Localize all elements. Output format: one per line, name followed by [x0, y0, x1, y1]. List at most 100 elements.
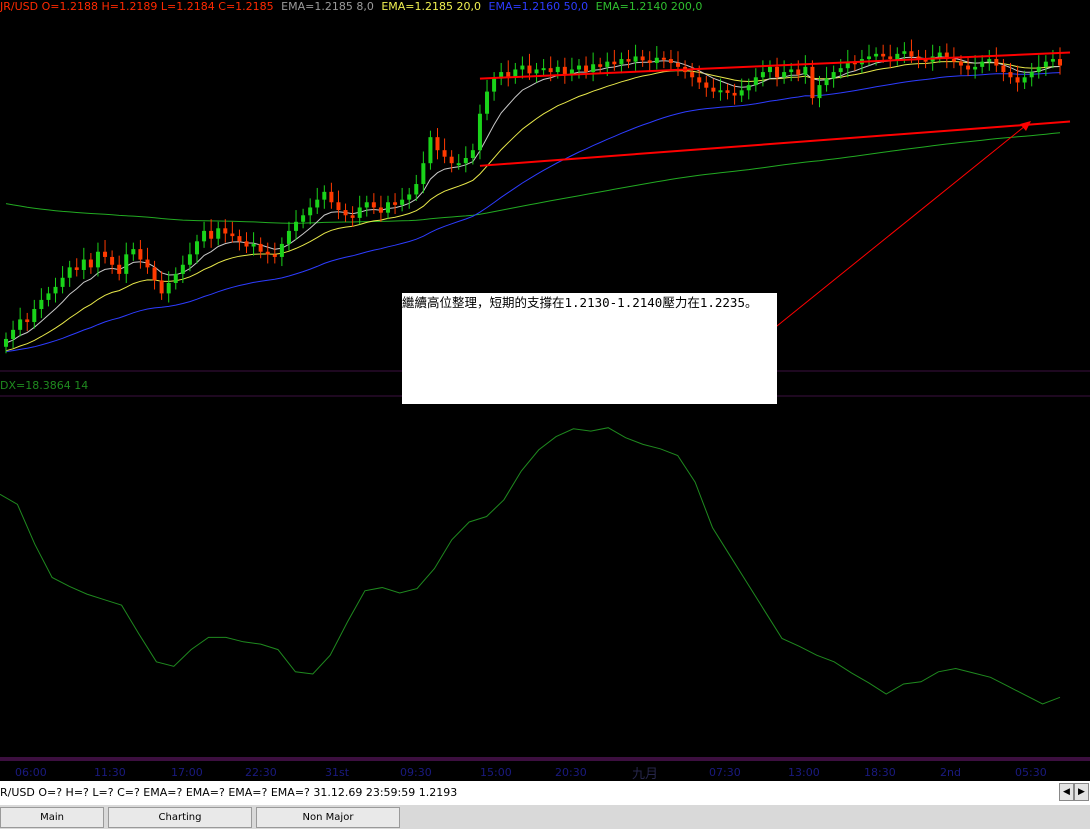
time-tick: 07:30	[709, 766, 741, 779]
candle-body	[463, 158, 468, 164]
candle-body	[725, 90, 730, 93]
candle-body	[81, 259, 86, 270]
dx-line	[0, 427, 1061, 705]
candle-body	[194, 241, 199, 255]
candle-body	[640, 56, 645, 61]
candle-body	[541, 68, 546, 71]
candle-body	[520, 65, 525, 70]
time-tick: 11:30	[94, 766, 126, 779]
candle-body	[110, 256, 115, 265]
candle-body	[315, 199, 320, 208]
candle-body	[612, 61, 617, 65]
candle-body	[831, 72, 836, 79]
candle-body	[697, 77, 702, 83]
candle-body	[343, 210, 348, 216]
candle-body	[131, 249, 136, 255]
tab-non-major[interactable]: Non Major	[256, 807, 400, 828]
candle-body	[470, 150, 475, 158]
candle-body	[1022, 77, 1027, 83]
candle-body	[237, 236, 242, 242]
candle-body	[39, 299, 44, 310]
candle-body	[980, 61, 985, 67]
candle-body	[230, 233, 235, 237]
candle-body	[718, 90, 723, 93]
candle-body	[902, 51, 907, 54]
time-tick: 15:00	[480, 766, 512, 779]
candle-body	[690, 72, 695, 78]
time-tick: 17:00	[171, 766, 203, 779]
candle-body	[1043, 61, 1048, 67]
tab-charting[interactable]: Charting	[108, 807, 252, 828]
arrow-shaft	[771, 121, 1031, 331]
price-header: JR/USD O=1.2188 H=1.2189 L=1.2184 C=1.21…	[0, 0, 706, 14]
candle-body	[103, 251, 108, 257]
candle-body	[449, 156, 454, 164]
annotation-arrow	[771, 121, 1031, 331]
scroll-left-icon[interactable]: ◀	[1059, 783, 1074, 801]
candle-body	[223, 228, 228, 234]
ema200-line	[5, 132, 1061, 224]
candle-body	[732, 92, 737, 96]
time-tick: 13:00	[788, 766, 820, 779]
candle-body	[301, 215, 306, 222]
candle-body	[973, 66, 978, 70]
candle-body	[485, 91, 490, 114]
candle-body	[173, 273, 178, 283]
candle-body	[428, 137, 433, 164]
candle-body	[11, 329, 16, 339]
candle-body	[810, 66, 815, 99]
candle-body	[789, 69, 794, 73]
candle-body	[88, 259, 93, 268]
time-tick: 06:00	[15, 766, 47, 779]
candle-body	[562, 66, 567, 75]
candle-body	[442, 150, 447, 157]
candle-body	[435, 137, 440, 151]
candle-body	[357, 207, 362, 218]
candle-body	[760, 72, 765, 78]
candle-body	[711, 87, 716, 92]
tab-main[interactable]: Main	[0, 807, 104, 828]
candle-body	[407, 194, 412, 200]
candle-body	[775, 66, 780, 78]
candle-body	[527, 65, 532, 74]
ohlc-readout: JR/USD O=1.2188 H=1.2189 L=1.2184 C=1.21…	[0, 0, 274, 13]
candle-body	[881, 53, 886, 57]
candle-body	[888, 56, 893, 60]
candle-body	[265, 251, 270, 255]
candle-body	[492, 78, 497, 92]
time-tick: 九月	[632, 767, 659, 782]
candle-body	[46, 293, 51, 300]
candle-body	[74, 267, 79, 270]
time-tick: 2nd	[940, 766, 961, 779]
candle-body	[60, 277, 65, 287]
candle-body	[124, 254, 129, 274]
candle-body	[817, 85, 822, 99]
scroll-right-icon[interactable]: ▶	[1074, 783, 1089, 801]
candle-body	[393, 202, 398, 205]
candle-body	[895, 53, 900, 60]
candle-body	[909, 51, 914, 57]
candle-body	[4, 338, 8, 347]
analysis-note: 繼續高位整理，短期的支撐在1.2130-1.2140壓力在1.2235。	[402, 293, 777, 404]
time-tick: 31st	[325, 766, 350, 779]
candle-body	[67, 267, 72, 278]
indicator-label: DX=18.3864 14	[0, 379, 89, 392]
candle-body	[1008, 72, 1013, 78]
time-tick: 09:30	[400, 766, 432, 779]
candle-body	[322, 191, 327, 200]
candle-body	[32, 309, 37, 323]
dx-indicator-line	[0, 427, 1061, 705]
time-tick: 18:30	[864, 766, 896, 779]
candle-body	[294, 221, 299, 231]
candle-body	[159, 280, 164, 294]
candle-body	[18, 319, 23, 330]
candle-body	[477, 113, 482, 151]
time-tick: 05:30	[1015, 766, 1047, 779]
candle-body	[633, 56, 638, 62]
candle-body	[824, 78, 829, 86]
candle-body	[782, 72, 787, 78]
candle-body	[244, 241, 249, 247]
candle-body	[767, 66, 772, 73]
candle-body	[329, 191, 334, 203]
candle-body	[378, 207, 383, 213]
